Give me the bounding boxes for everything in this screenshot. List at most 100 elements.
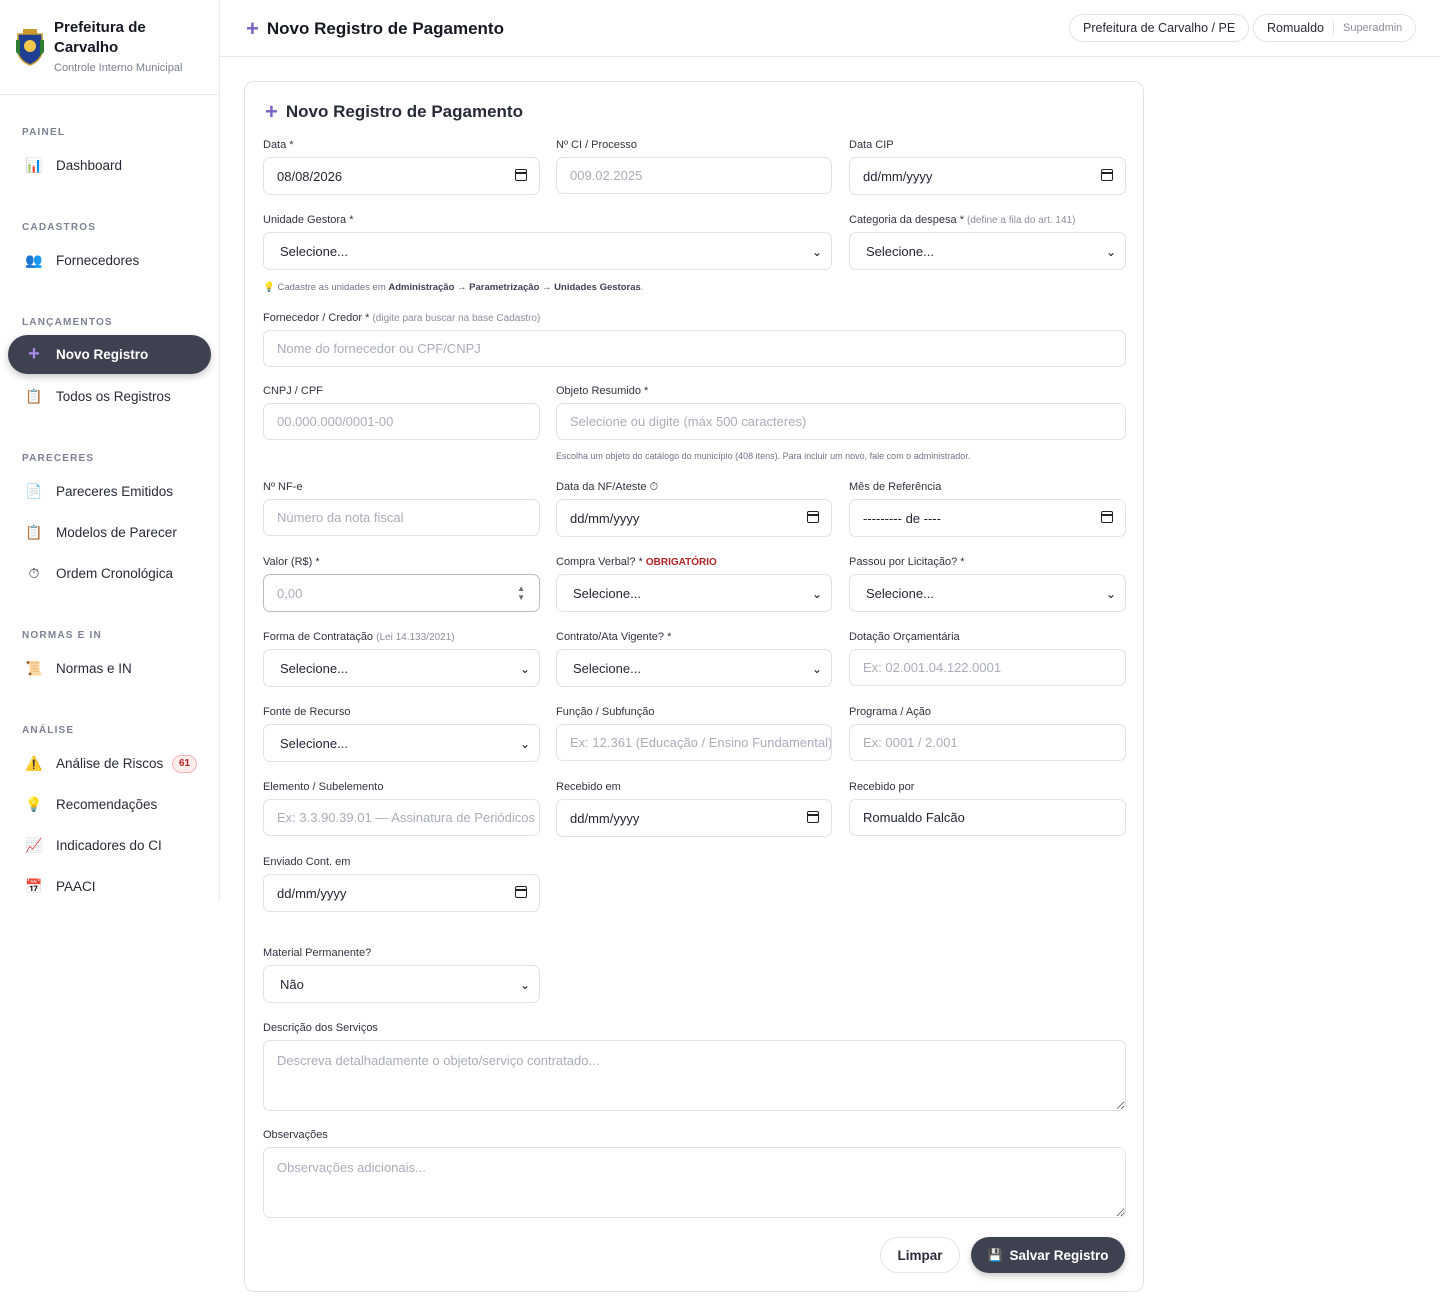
- material-value: Não: [280, 976, 304, 992]
- recebido-em-label: Recebido em: [556, 781, 621, 793]
- categoria-label-text: Categoria da despesa *: [849, 214, 964, 226]
- contrato-vigente-select[interactable]: Selecione... ⌄: [556, 649, 832, 687]
- document-icon: 📄: [25, 483, 43, 499]
- observacoes-label: Observações: [263, 1129, 328, 1141]
- sidebar: Prefeitura de Carvalho Controle Interno …: [0, 0, 220, 900]
- programa-acao-input[interactable]: Ex: 0001 / 2.001: [849, 724, 1126, 761]
- licitacao-label: Passou por Licitação? *: [849, 556, 965, 568]
- fonte-recurso-select[interactable]: Selecione... ⌄: [263, 724, 540, 762]
- calendar-icon[interactable]: [515, 169, 527, 181]
- clipboard-icon: 📋: [25, 388, 43, 404]
- valor-input[interactable]: 0,00 ▲ ▼: [263, 574, 540, 612]
- org-selector[interactable]: Prefeitura de Carvalho / PE: [1069, 14, 1250, 42]
- chevron-down-icon: ⌄: [1105, 587, 1116, 601]
- sidebar-item-label: Recomendações: [56, 797, 158, 812]
- sidebar-item-modelos-parecer[interactable]: 📋 Modelos de Parecer: [8, 513, 211, 552]
- data-nf-field[interactable]: dd/mm/yyyy: [556, 499, 832, 537]
- observacoes-textarea[interactable]: [263, 1147, 1126, 1218]
- sidebar-item-pareceres-emitidos[interactable]: 📄 Pareceres Emitidos: [8, 472, 211, 511]
- mes-ref-value: --------- de ----: [863, 510, 941, 526]
- compra-verbal-select[interactable]: Selecione... ⌄: [556, 574, 832, 612]
- unidade-label: Unidade Gestora *: [263, 214, 354, 226]
- warning-icon: ⚠️: [25, 755, 43, 771]
- sidebar-item-label: Ordem Cronológica: [56, 566, 174, 581]
- clear-button[interactable]: Limpar: [880, 1237, 960, 1273]
- categoria-note: (define a fila do art. 141): [967, 215, 1076, 226]
- fornecedor-label-text: Fornecedor / Credor *: [263, 312, 370, 324]
- recebido-em-field[interactable]: dd/mm/yyyy: [556, 799, 832, 837]
- sidebar-item-recomendacoes[interactable]: 💡 Recomendações: [8, 785, 211, 824]
- sidebar-item-indicadores[interactable]: 📈 Indicadores do CI: [8, 826, 211, 865]
- categoria-label: Categoria da despesa * (define a fila do…: [849, 214, 1075, 226]
- page-title: + Novo Registro de Pagamento: [246, 18, 504, 40]
- chevron-down-icon: ⌄: [519, 737, 530, 751]
- fornecedor-search-input[interactable]: Nome do fornecedor ou CPF/CNPJ: [263, 330, 1126, 367]
- sidebar-item-fornecedores[interactable]: 👥 Fornecedores: [8, 241, 211, 280]
- sidebar-item-label: Normas e IN: [56, 661, 132, 676]
- forma-note: (Lei 14.133/2021): [376, 632, 455, 643]
- unidade-gestora-select[interactable]: Selecione... ⌄: [263, 232, 832, 270]
- dotacao-input[interactable]: Ex: 02.001.04.122.0001: [849, 649, 1126, 686]
- user-menu[interactable]: Romualdo Superadmin: [1253, 14, 1417, 42]
- user-role: Superadmin: [1332, 22, 1402, 34]
- compra-verbal-value: Selecione...: [573, 585, 641, 601]
- licitacao-select[interactable]: Selecione... ⌄: [849, 574, 1126, 612]
- material-permanente-select[interactable]: Não ⌄: [263, 965, 540, 1003]
- user-name: Romualdo: [1267, 21, 1324, 35]
- categoria-despesa-select[interactable]: Selecione... ⌄: [849, 232, 1126, 270]
- ci-label: Nº CI / Processo: [556, 139, 638, 151]
- forma-contratacao-select[interactable]: Selecione... ⌄: [263, 649, 540, 687]
- recebido-por-input[interactable]: Romualdo Falcão: [849, 799, 1126, 836]
- sidebar-item-dashboard[interactable]: 📊 Dashboard: [8, 146, 211, 185]
- cnpj-cpf-input[interactable]: 00.000.000/0001-00: [263, 403, 540, 440]
- stepper-icon[interactable]: ▲ ▼: [517, 584, 525, 602]
- data-cip-field[interactable]: dd/mm/yyyy: [849, 157, 1126, 195]
- sidebar-item-ordem-cronologica[interactable]: ⏱ Ordem Cronológica: [8, 554, 211, 593]
- nfe-input[interactable]: Número da nota fiscal: [263, 499, 540, 536]
- calendar-icon[interactable]: [1101, 511, 1113, 523]
- nav-section-painel: PAINEL: [22, 127, 66, 138]
- sidebar-item-label: Análise de Riscos: [56, 756, 164, 771]
- municipal-crest-icon: [16, 29, 44, 66]
- compra-verbal-label: Compra Verbal? * OBRIGATÓRIO: [556, 556, 717, 568]
- valor-placeholder: 0,00: [277, 585, 303, 601]
- funcao-subfuncao-input[interactable]: Ex: 12.361 (Educação / Ensino Fundamenta…: [556, 724, 832, 761]
- save-button[interactable]: 💾 Salvar Registro: [971, 1237, 1125, 1273]
- data-field[interactable]: 08/08/2026: [263, 157, 540, 195]
- descricao-servicos-textarea[interactable]: [263, 1040, 1126, 1111]
- calendar-icon[interactable]: [807, 511, 819, 523]
- sidebar-item-novo-registro[interactable]: + Novo Registro: [8, 335, 211, 374]
- sidebar-item-label: PAACI: [56, 879, 96, 894]
- elemento-input[interactable]: Ex: 3.3.90.39.01 — Assinatura de Periódi…: [263, 799, 540, 836]
- ci-processo-input[interactable]: 009.02.2025: [556, 157, 832, 194]
- data-nf-value: dd/mm/yyyy: [570, 510, 640, 526]
- unidade-value: Selecione...: [280, 243, 348, 259]
- brand: Prefeitura de Carvalho Controle Interno …: [0, 0, 219, 95]
- sidebar-item-paaci[interactable]: 📅 PAACI: [8, 867, 211, 906]
- brand-title: Prefeitura de Carvalho: [54, 19, 146, 56]
- mes-ref-label: Mês de Referência: [849, 481, 942, 493]
- recebido-por-label: Recebido por: [849, 781, 915, 793]
- enviado-cont-field[interactable]: dd/mm/yyyy: [263, 874, 540, 912]
- unidade-hint-pre: Cadastre as unidades em: [277, 282, 386, 293]
- material-label: Material Permanente?: [263, 947, 372, 959]
- forma-label-text: Forma de Contratação: [263, 631, 374, 643]
- contrato-label: Contrato/Ata Vigente? *: [556, 631, 672, 643]
- forma-value: Selecione...: [280, 660, 348, 676]
- mes-referencia-field[interactable]: --------- de ----: [849, 499, 1126, 537]
- objeto-resumido-input[interactable]: Selecione ou digite (máx 500 caracteres): [556, 403, 1126, 440]
- lightbulb-icon: 💡: [25, 796, 43, 812]
- sidebar-item-todos-registros[interactable]: 📋 Todos os Registros: [8, 377, 211, 416]
- nav-section-lancamentos: LANÇAMENTOS: [22, 317, 113, 328]
- sidebar-item-normas-in[interactable]: 📜 Normas e IN: [8, 649, 211, 688]
- sidebar-item-analise-riscos[interactable]: ⚠️ Análise de Riscos 61: [8, 744, 211, 783]
- calendar-icon[interactable]: [1101, 169, 1113, 181]
- required-tag: OBRIGATÓRIO: [645, 557, 717, 568]
- licitacao-value: Selecione...: [866, 585, 934, 601]
- nav-section-cadastros: CADASTROS: [22, 222, 97, 233]
- chevron-down-icon: ⌄: [1105, 245, 1116, 259]
- calendar-icon[interactable]: [515, 886, 527, 898]
- calendar-icon[interactable]: [807, 811, 819, 823]
- valor-label: Valor (R$) *: [263, 556, 320, 568]
- forma-label: Forma de Contratação (Lei 14.133/2021): [263, 631, 455, 643]
